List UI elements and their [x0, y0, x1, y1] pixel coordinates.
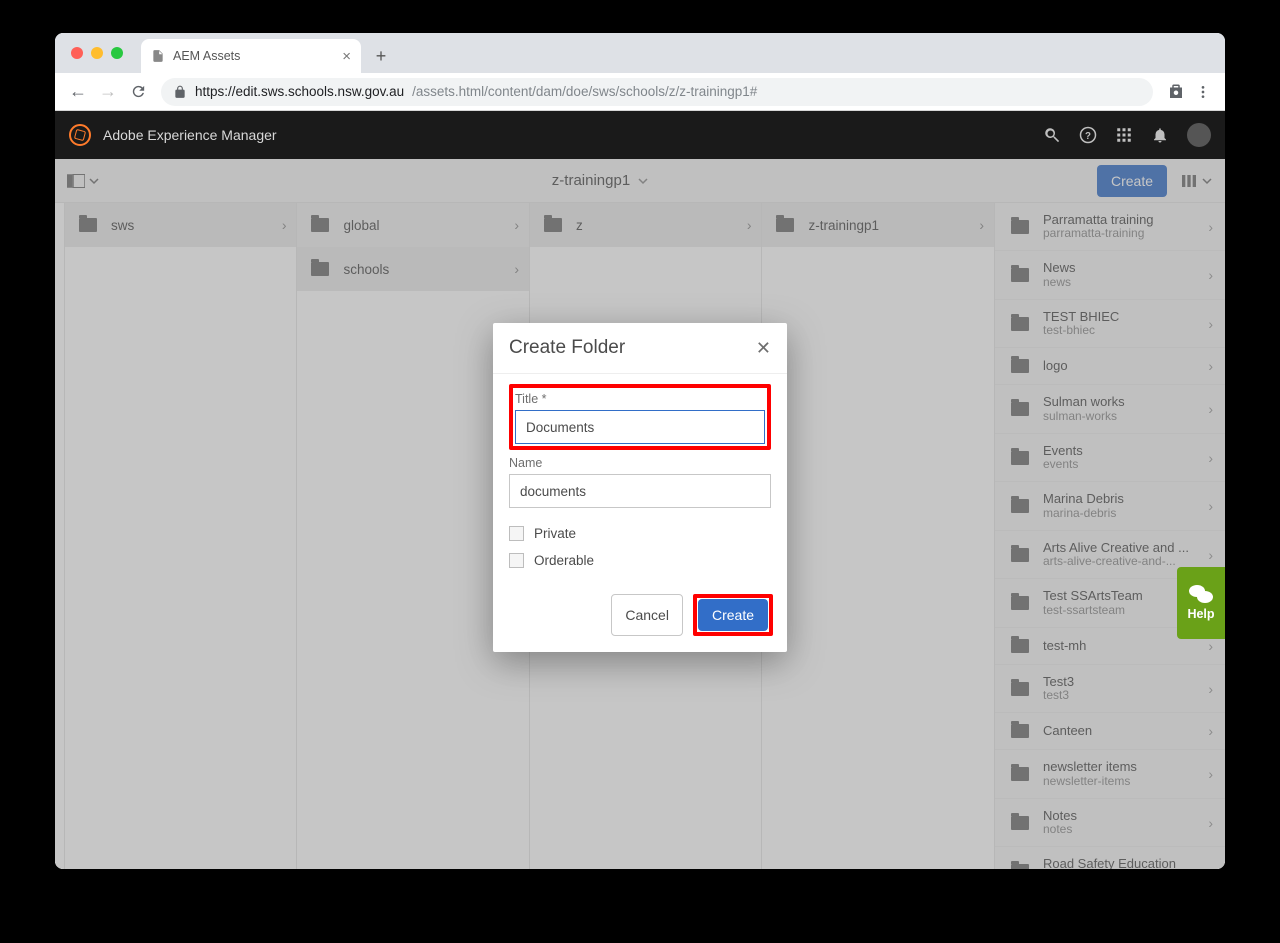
window-controls[interactable] — [65, 33, 129, 73]
maximize-window-icon[interactable] — [111, 47, 123, 59]
cancel-button[interactable]: Cancel — [611, 594, 683, 636]
tab-strip: AEM Assets × + — [55, 33, 1225, 73]
browser-tab[interactable]: AEM Assets × — [141, 39, 361, 73]
url-path: /assets.html/content/dam/doe/sws/schools… — [412, 84, 757, 99]
lock-icon — [173, 85, 187, 99]
highlight-title-field: Title * — [509, 384, 771, 450]
address-bar: ← → https://edit.sws.schools.nsw.gov.au/… — [55, 73, 1225, 111]
dialog-close-icon[interactable]: ✕ — [756, 338, 771, 359]
close-window-icon[interactable] — [71, 47, 83, 59]
create-folder-dialog: Create Folder ✕ Title * Name Private Ord… — [493, 323, 787, 652]
search-icon[interactable] — [1043, 126, 1061, 144]
url-field[interactable]: https://edit.sws.schools.nsw.gov.au/asse… — [161, 78, 1153, 106]
back-button[interactable]: ← — [63, 77, 93, 107]
minimize-window-icon[interactable] — [91, 47, 103, 59]
chrome-menu-icon[interactable] — [1195, 84, 1211, 100]
aem-logo-icon[interactable] — [69, 124, 91, 146]
checkbox-icon[interactable] — [509, 553, 524, 568]
dialog-create-button[interactable]: Create — [698, 599, 768, 631]
tab-title: AEM Assets — [173, 49, 240, 63]
dialog-title: Create Folder — [509, 337, 625, 359]
user-avatar[interactable] — [1187, 123, 1211, 147]
aem-header: Adobe Experience Manager ? — [55, 111, 1225, 159]
tab-close-icon[interactable]: × — [342, 48, 351, 65]
forward-button[interactable]: → — [93, 77, 123, 107]
highlight-create-button: Create — [693, 594, 773, 636]
chat-icon — [1189, 585, 1213, 603]
help-icon[interactable]: ? — [1079, 126, 1097, 144]
checkbox-icon[interactable] — [509, 526, 524, 541]
orderable-checkbox-row[interactable]: Orderable — [509, 553, 771, 568]
browser-window: AEM Assets × + ← → https://edit.sws.scho… — [55, 33, 1225, 869]
title-label: Title * — [515, 392, 765, 406]
bell-icon[interactable] — [1151, 126, 1169, 144]
product-name: Adobe Experience Manager — [103, 127, 277, 143]
private-checkbox-row[interactable]: Private — [509, 526, 771, 541]
title-input[interactable] — [515, 410, 765, 444]
reload-button[interactable] — [123, 77, 153, 107]
svg-text:?: ? — [1085, 131, 1091, 142]
help-fab[interactable]: Help — [1177, 567, 1225, 639]
apps-grid-icon[interactable] — [1115, 126, 1133, 144]
name-input[interactable] — [509, 474, 771, 508]
name-label: Name — [509, 456, 771, 470]
new-tab-button[interactable]: + — [367, 42, 395, 70]
account-icon[interactable] — [1167, 83, 1185, 101]
url-host: https://edit.sws.schools.nsw.gov.au — [195, 84, 404, 99]
page-icon — [151, 49, 165, 63]
